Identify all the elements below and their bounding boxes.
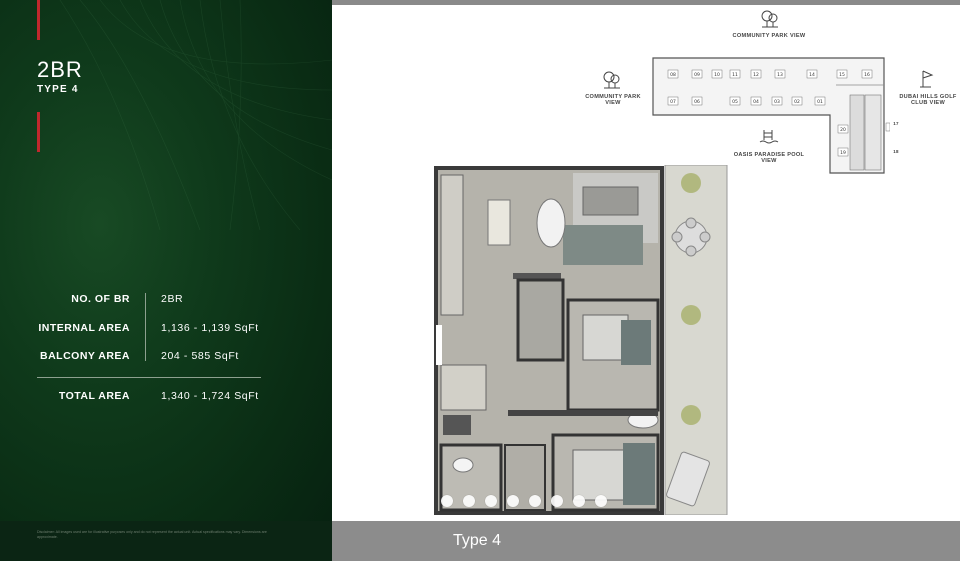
tree-icon xyxy=(603,71,620,89)
total-row: TOTAL AREA 1,340 - 1,724 SqFt xyxy=(37,382,261,411)
caption-text: Type 4 xyxy=(453,532,502,549)
spec-label: INTERNAL AREA xyxy=(38,321,130,334)
carousel-dot[interactable] xyxy=(573,495,585,507)
spec-label: BALCONY AREA xyxy=(39,350,130,362)
total-label: TOTAL AREA xyxy=(58,389,130,402)
keyplan-label-left: COMMUNITY PARK VIEW xyxy=(585,94,641,106)
total-value: 1,340 - 1,724 SqFt xyxy=(161,389,259,402)
key-plan: 08 09 10 11 12 13 14 15 16 07 06 05 04 03 02 01 20 1… xyxy=(652,57,890,174)
accent-bar-mid xyxy=(37,112,40,152)
svg-text:09: 09 xyxy=(694,72,700,78)
carousel-dot[interactable] xyxy=(551,495,563,507)
spec-label: NO. OF BR xyxy=(71,293,130,305)
svg-text:12: 12 xyxy=(753,72,759,78)
unit-info-panel: 2BR TYPE 4 NO. OF BR 2BR INTERNAL AREA 1… xyxy=(0,0,332,561)
spec-value: 1,136 - 1,139 SqFt xyxy=(161,321,259,334)
svg-text:16: 16 xyxy=(864,72,870,78)
svg-text:20: 20 xyxy=(840,127,846,133)
unit-type-label: TYPE 4 xyxy=(37,84,79,95)
carousel-dot[interactable] xyxy=(595,495,607,507)
spec-row: BALCONY AREA 204 - 585 SqFt xyxy=(37,342,261,371)
svg-text:07: 07 xyxy=(670,99,676,105)
spec-value: 2BR xyxy=(161,293,184,305)
floor-plan-viewer: COMMUNITY PARK VIEW COMMUNITY PARK VIEW … xyxy=(332,5,960,521)
svg-text:08: 08 xyxy=(670,72,676,78)
carousel-dots xyxy=(441,495,607,507)
spec-row: NO. OF BR 2BR xyxy=(37,285,261,314)
unit-title: 2BR xyxy=(37,57,83,82)
svg-text:04: 04 xyxy=(753,99,759,105)
svg-text:01: 01 xyxy=(817,99,823,105)
svg-text:03: 03 xyxy=(774,99,780,105)
flag-icon xyxy=(920,70,934,88)
unit-17-label: 17 xyxy=(893,121,899,126)
svg-text:02: 02 xyxy=(794,99,800,105)
svg-text:10: 10 xyxy=(714,72,720,78)
svg-text:19: 19 xyxy=(840,150,846,156)
spec-value: 204 - 585 SqFt xyxy=(161,350,239,362)
carousel-dot[interactable] xyxy=(529,495,541,507)
unit-18-label: 18 xyxy=(893,149,899,154)
carousel-dot[interactable] xyxy=(463,495,475,507)
carousel-dot[interactable] xyxy=(441,495,453,507)
accent-bar-top xyxy=(37,0,40,40)
keyplan-label-right: DUBAI HILLS GOLF CLUB VIEW xyxy=(899,94,957,106)
caption-bar: Type 4 xyxy=(332,521,960,561)
leaf-texture xyxy=(59,0,332,230)
floor-plan-image xyxy=(434,165,728,515)
disclaimer-text: Disclaimer: All images used are for illu… xyxy=(37,530,267,539)
spec-row: INTERNAL AREA 1,136 - 1,139 SqFt xyxy=(37,314,261,343)
svg-text:06: 06 xyxy=(694,99,700,105)
spec-table: NO. OF BR 2BR INTERNAL AREA 1,136 - 1,13… xyxy=(37,285,261,410)
svg-text:05: 05 xyxy=(732,99,738,105)
carousel-dot[interactable] xyxy=(485,495,497,507)
svg-text:13: 13 xyxy=(777,72,783,78)
left-footer xyxy=(0,521,332,561)
svg-text:11: 11 xyxy=(732,72,738,78)
tree-icon xyxy=(761,10,778,28)
keyplan-label-top: COMMUNITY PARK VIEW xyxy=(732,33,806,39)
svg-text:14: 14 xyxy=(809,72,815,78)
spec-divider-horizontal xyxy=(37,377,261,378)
carousel-dot[interactable] xyxy=(507,495,519,507)
svg-text:15: 15 xyxy=(839,72,845,78)
